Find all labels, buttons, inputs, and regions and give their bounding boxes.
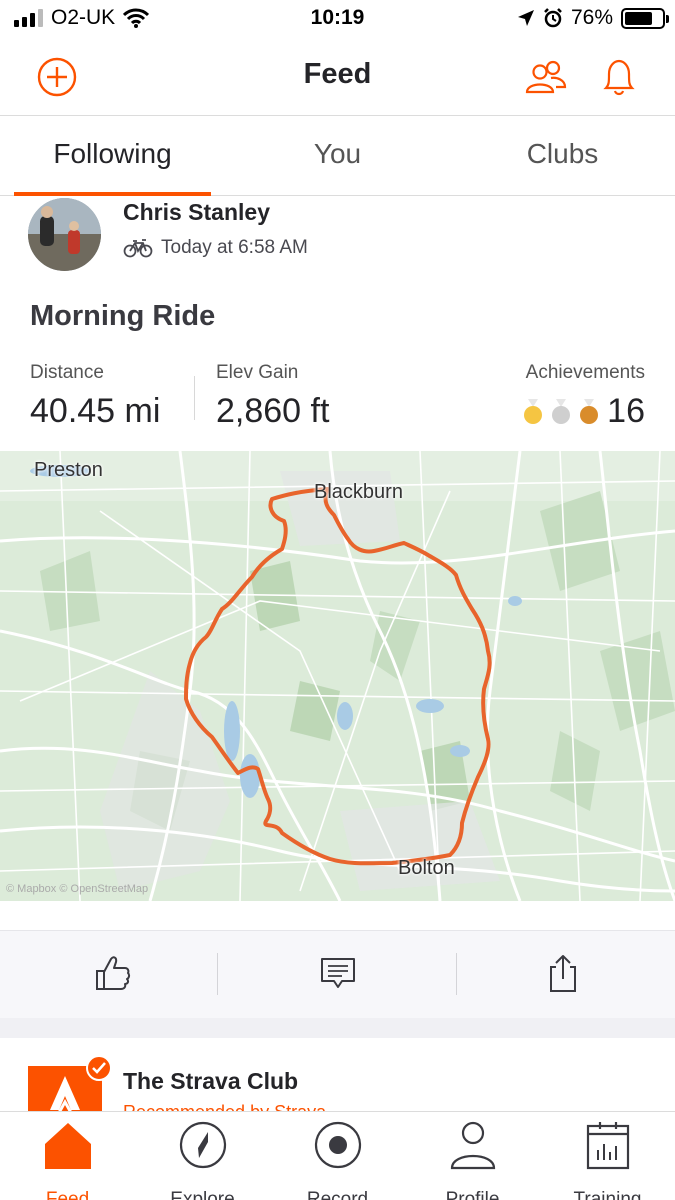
nav-label: Training: [573, 1189, 642, 1200]
achievements-count: 16: [607, 392, 645, 430]
activity-meta: Today at 6:58 AM: [123, 237, 308, 259]
share-button[interactable]: [450, 949, 675, 997]
nav-explore[interactable]: Explore: [135, 1120, 270, 1200]
route-map[interactable]: Preston Blackburn Bolton © Mapbox © Open…: [0, 451, 675, 901]
page-title: Feed: [303, 58, 372, 90]
comment-icon: [320, 958, 355, 988]
feed-separator: [0, 1018, 675, 1038]
comment-button[interactable]: [225, 949, 450, 997]
distance-label: Distance: [30, 362, 104, 383]
route-line: [184, 487, 492, 866]
bike-icon: [123, 239, 153, 258]
activity-time: Today at 6:58 AM: [161, 237, 308, 258]
status-right: 76%: [517, 6, 669, 30]
bronze-medal-icon: [580, 398, 599, 424]
nav-label: Profile: [445, 1189, 500, 1200]
elev-gain-value: 2,860 ft: [216, 392, 330, 430]
verified-badge-icon: [86, 1055, 112, 1081]
nav-feed[interactable]: Feed: [0, 1120, 135, 1200]
battery-percent: 76%: [570, 6, 613, 29]
achievements-label: Achievements: [525, 362, 645, 383]
home-icon: [44, 1123, 91, 1169]
gap-band: [0, 901, 675, 931]
stat-divider: [194, 376, 195, 420]
activity-title[interactable]: Morning Ride: [30, 300, 215, 333]
notifications-bell-icon[interactable]: [597, 56, 641, 98]
profile-icon: [450, 1121, 495, 1170]
map-label-preston: Preston: [34, 459, 103, 481]
stat-achievements: Achievements 16: [523, 362, 645, 431]
thumbs-up-icon: [95, 956, 130, 990]
battery-icon: [621, 7, 669, 29]
status-bar: O2-UK 10:19 76%: [0, 0, 675, 38]
find-friends-icon[interactable]: [524, 56, 568, 98]
silver-medal-icon: [552, 398, 571, 424]
athlete-name[interactable]: Chris Stanley: [123, 199, 270, 226]
record-icon: [314, 1121, 361, 1169]
tab-you[interactable]: You: [225, 138, 450, 170]
stat-elevation: Elev Gain 2,860 ft: [216, 362, 329, 431]
tab-following[interactable]: Following: [0, 138, 225, 170]
nav-label: Record: [306, 1189, 369, 1200]
action-divider: [217, 953, 218, 995]
kudos-button[interactable]: [0, 949, 225, 997]
stat-distance: Distance 40.45 mi: [30, 362, 160, 431]
active-tab-indicator: [14, 192, 211, 196]
tab-clubs[interactable]: Clubs: [450, 138, 675, 170]
map-label-blackburn: Blackburn: [314, 481, 403, 503]
avatar[interactable]: [28, 198, 101, 271]
nav-label: Feed: [45, 1189, 90, 1200]
gold-medal-icon: [524, 398, 543, 424]
location-arrow-icon: [517, 10, 534, 26]
map-attribution: © Mapbox © OpenStreetMap: [6, 883, 149, 895]
feed-tabs: Following You Clubs: [0, 116, 675, 196]
nav-profile[interactable]: Profile: [405, 1120, 540, 1200]
nav-label: Explore: [170, 1189, 235, 1200]
share-icon: [549, 955, 576, 992]
activity-actions: [0, 930, 675, 1018]
nav-record[interactable]: Record: [270, 1120, 405, 1200]
elev-gain-label: Elev Gain: [216, 362, 299, 383]
map-label-bolton: Bolton: [398, 857, 455, 879]
compass-icon: [179, 1121, 226, 1169]
header: Feed: [0, 38, 675, 116]
nav-training[interactable]: Training: [540, 1120, 675, 1200]
alarm-icon: [544, 8, 562, 28]
club-name[interactable]: The Strava Club: [123, 1068, 298, 1095]
distance-value: 40.45 mi: [30, 392, 161, 430]
bottom-nav: Feed Explore Record Profile Training: [0, 1111, 675, 1200]
training-icon: [586, 1122, 629, 1170]
